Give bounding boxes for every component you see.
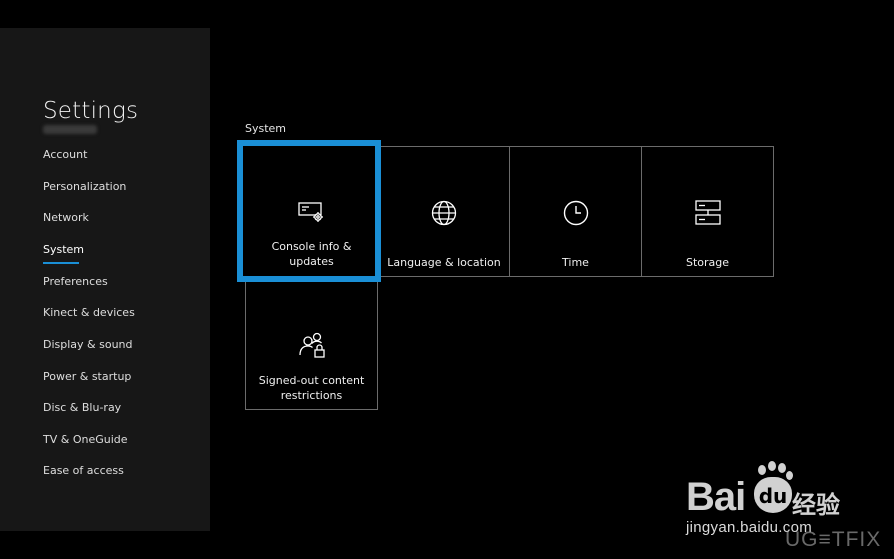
nav-item-tv-oneguide[interactable]: TV & OneGuide xyxy=(43,433,128,446)
section-label-system: System xyxy=(245,122,287,135)
tile-language-location[interactable]: Language & location xyxy=(378,146,510,277)
clock-icon xyxy=(563,200,589,230)
active-nav-indicator xyxy=(43,262,79,264)
tile-time[interactable]: Time xyxy=(509,146,642,277)
console-info-icon xyxy=(297,201,326,227)
nav-item-kinect-devices[interactable]: Kinect & devices xyxy=(43,306,135,319)
nav-item-power-startup[interactable]: Power & startup xyxy=(43,370,131,383)
gamertag-blurred xyxy=(43,125,97,134)
tile-console-info-updates[interactable]: Console info & updates xyxy=(245,146,378,276)
tile-signed-out-content-restrictions[interactable]: Signed-out content restrictions xyxy=(245,277,378,410)
tile-label: Signed-out content restrictions xyxy=(258,374,365,402)
nav-item-preferences[interactable]: Preferences xyxy=(43,275,108,288)
paw-toe xyxy=(786,471,793,480)
baidu-logo-text: Bai xyxy=(686,475,746,519)
ugetfix-watermark: UG≡TFIX xyxy=(785,528,882,551)
globe-icon xyxy=(431,200,457,230)
nav-item-account[interactable]: Account xyxy=(43,148,87,161)
tile-label: Time xyxy=(562,256,589,269)
tile-label: Language & location xyxy=(387,256,501,269)
nav-item-disc-bluray[interactable]: Disc & Blu-ray xyxy=(43,401,121,414)
tile-label: Console info & updates xyxy=(271,240,352,268)
nav-item-personalization[interactable]: Personalization xyxy=(43,180,126,193)
paw-toe xyxy=(778,463,786,473)
tile-label: Storage xyxy=(685,256,730,269)
paw-toe xyxy=(768,461,776,471)
baidu-jingyan-text: 经验 xyxy=(792,491,840,519)
paw-toe xyxy=(758,465,766,475)
nav-item-network[interactable]: Network xyxy=(43,211,89,224)
nav-item-display-sound[interactable]: Display & sound xyxy=(43,338,133,351)
page-title: Settings xyxy=(43,98,139,124)
tile-storage[interactable]: Storage xyxy=(641,146,774,277)
users-lock-icon xyxy=(298,331,326,363)
nav-item-system[interactable]: System xyxy=(43,243,84,256)
nav-item-ease-of-access[interactable]: Ease of access xyxy=(43,464,124,477)
baidu-paw-logo: du xyxy=(754,477,792,513)
storage-icon xyxy=(694,199,722,231)
